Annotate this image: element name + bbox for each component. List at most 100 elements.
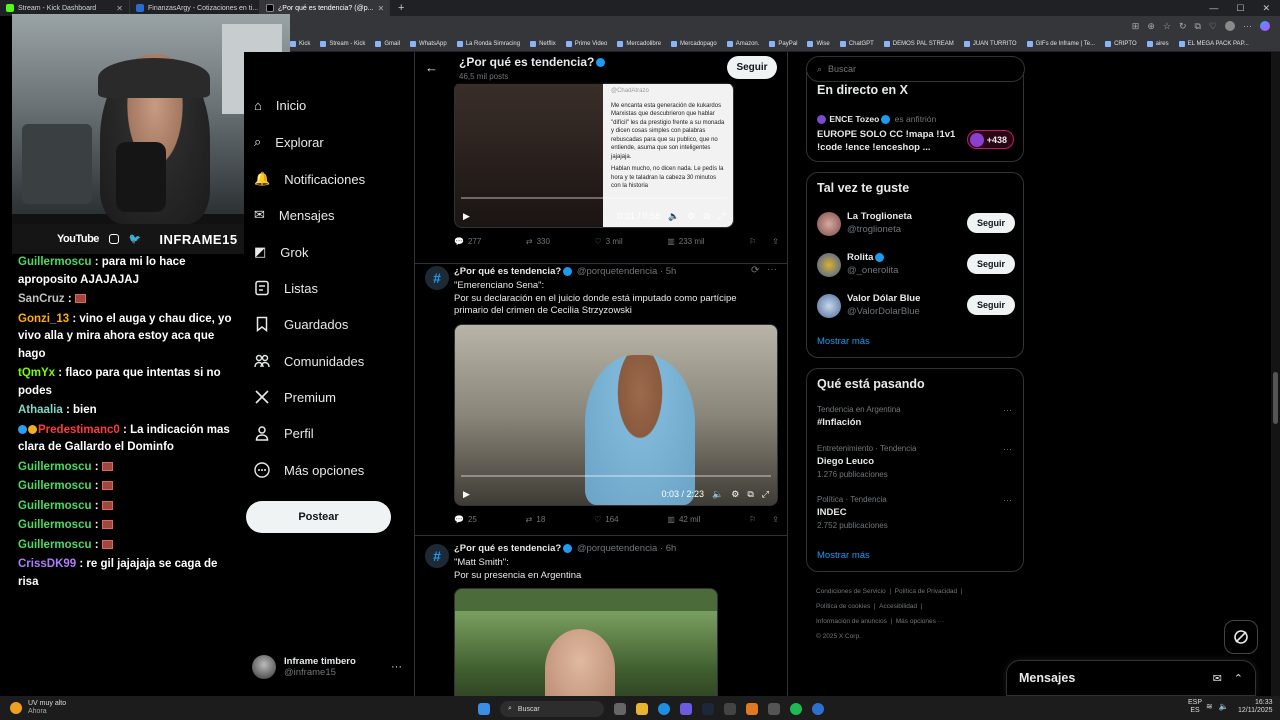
wifi-icon[interactable]: ≋ bbox=[1206, 702, 1213, 711]
favorites-icon[interactable]: ♡ bbox=[1209, 21, 1217, 32]
like-button[interactable]: ♡ 3 mil bbox=[595, 237, 623, 246]
nav-grok[interactable]: ◩ Grok bbox=[254, 244, 308, 260]
footer-link[interactable]: Información de anuncios bbox=[816, 618, 887, 625]
new-tab-button[interactable]: + bbox=[390, 2, 412, 14]
show-more-link[interactable]: Mostrar más bbox=[817, 336, 870, 347]
bookmark-item[interactable]: Stream - Kick bbox=[320, 40, 365, 47]
reply-button[interactable]: 💬 25 bbox=[454, 515, 477, 524]
app-icon[interactable] bbox=[746, 703, 758, 715]
close-window-icon[interactable]: ✕ bbox=[1262, 3, 1270, 14]
account-switcher[interactable]: Inframe timbero @inframe15 ··· bbox=[252, 652, 402, 682]
chat-username[interactable]: tQmYx bbox=[18, 367, 55, 379]
bookmark-item[interactable]: aires bbox=[1146, 40, 1169, 47]
chat-username[interactable]: Guillermoscu bbox=[18, 539, 92, 551]
bookmark-button[interactable]: ⚐ ⇪ bbox=[749, 515, 779, 524]
spotify-icon[interactable] bbox=[790, 703, 802, 715]
bookmark-item[interactable]: EL MEGA PACK PAP... bbox=[1178, 40, 1249, 47]
share-icon[interactable]: ⇪ bbox=[772, 515, 779, 524]
back-arrow-icon[interactable]: ← bbox=[425, 60, 438, 75]
bookmark-item[interactable]: Netflix bbox=[530, 40, 556, 47]
chat-username[interactable]: Guillermoscu bbox=[18, 500, 92, 512]
close-icon[interactable]: ✕ bbox=[116, 4, 123, 13]
video-progress-bar[interactable] bbox=[461, 197, 727, 199]
bookmark-item[interactable]: JUAN TURRITO bbox=[963, 40, 1017, 47]
chat-username[interactable]: SanCruz bbox=[18, 293, 65, 305]
language-indicator[interactable]: ESP ES bbox=[1188, 699, 1202, 715]
trend-item[interactable]: Política · Tendencia INDEC 2.752 publica… bbox=[807, 495, 1025, 531]
tweet-video[interactable]: ▶ 0:03 / 2:23 🔈 ⚙ ⧉ ⤢ bbox=[454, 324, 778, 506]
tweet-image[interactable] bbox=[454, 588, 718, 696]
repost-button[interactable]: ⇄ 18 bbox=[526, 515, 546, 524]
suggested-user[interactable]: La Troglioneta @troglioneta Seguir bbox=[807, 209, 1025, 249]
nav-notificaciones[interactable]: 🔔 Notificaciones bbox=[254, 171, 365, 187]
volume-icon[interactable]: 🔈 bbox=[712, 489, 723, 500]
chat-username[interactable]: Guillermoscu bbox=[18, 461, 92, 473]
fullscreen-icon[interactable]: ⤢ bbox=[718, 211, 725, 222]
footer-link[interactable]: Política de cookies bbox=[816, 603, 870, 610]
trend-item[interactable]: Tendencia en Argentina #Inflación ··· bbox=[807, 405, 1025, 439]
edge-icon[interactable] bbox=[658, 703, 670, 715]
settings-icon[interactable]: ⚙ bbox=[687, 211, 695, 222]
bookmark-item[interactable]: Prime Video bbox=[565, 40, 607, 47]
trend-item[interactable]: Entretenimiento · Tendencia Diego Leuco … bbox=[807, 444, 1025, 480]
more-icon[interactable]: ··· bbox=[1003, 444, 1012, 454]
follow-button[interactable]: Seguir bbox=[967, 213, 1015, 233]
extensions-icon[interactable]: ⧉ bbox=[1194, 21, 1200, 32]
bookmark-button[interactable]: ⚐ ⇪ bbox=[749, 237, 779, 246]
pip-icon[interactable]: ⧉ bbox=[703, 211, 709, 222]
more-icon[interactable]: ··· bbox=[767, 264, 777, 275]
chat-username[interactable]: Athaalia bbox=[18, 404, 63, 416]
chat-username[interactable]: Guillermoscu bbox=[18, 519, 92, 531]
chat-username[interactable]: Predestimanc0 bbox=[38, 424, 120, 436]
live-card[interactable]: En directo en X ENCE Tozeo es anfitrión … bbox=[806, 72, 1024, 162]
chat-username[interactable]: Guillermoscu bbox=[18, 256, 92, 268]
footer-link[interactable]: Accesibilidad bbox=[879, 603, 917, 610]
suggested-user[interactable]: Rolita @_onerolita Seguir bbox=[807, 250, 1025, 290]
chat-username[interactable]: CrissDK99 bbox=[18, 558, 76, 570]
footer-link[interactable]: Condiciones de Servicio bbox=[816, 588, 886, 595]
bookmark-item[interactable]: La Ronda Simracing bbox=[456, 40, 520, 47]
live-listener-count[interactable]: +438 bbox=[967, 130, 1014, 149]
grok-explain-icon[interactable]: ⟳ bbox=[751, 265, 759, 276]
chat-username[interactable]: Guillermoscu bbox=[18, 480, 92, 492]
nav-listas[interactable]: Listas bbox=[254, 280, 318, 296]
bookmark-item[interactable]: ChatGPT bbox=[839, 40, 874, 47]
nav-inicio[interactable]: ⌂ Inicio bbox=[254, 98, 306, 113]
views-button[interactable]: ▥ 233 mil bbox=[667, 237, 704, 246]
more-icon[interactable]: ··· bbox=[391, 661, 402, 673]
nav-perfil[interactable]: Perfil bbox=[254, 425, 314, 441]
nav-premium[interactable]: Premium bbox=[254, 389, 336, 405]
like-button[interactable]: ♡ 164 bbox=[594, 515, 619, 524]
refresh-icon[interactable]: ↻ bbox=[1179, 21, 1187, 32]
fullscreen-icon[interactable]: ⤢ bbox=[762, 489, 769, 500]
follow-button[interactable]: Seguir bbox=[727, 56, 777, 79]
bookmark-item[interactable]: PayPal bbox=[769, 40, 797, 47]
bookmark-item[interactable]: DEMOS PAL STREAM bbox=[883, 40, 954, 47]
video-progress-bar[interactable] bbox=[461, 475, 771, 477]
play-icon[interactable]: ▶ bbox=[463, 489, 470, 500]
share-icon[interactable]: ⇪ bbox=[772, 237, 779, 246]
nav-mensajes[interactable]: ✉ Mensajes bbox=[254, 207, 335, 223]
bookmark-item[interactable]: Mercadopago bbox=[671, 40, 717, 47]
windows-start-icon[interactable] bbox=[478, 703, 490, 715]
new-message-icon[interactable]: ✉ bbox=[1213, 672, 1222, 685]
grok-button[interactable] bbox=[1224, 620, 1258, 654]
discord-icon[interactable] bbox=[680, 703, 692, 715]
bookmark-item[interactable]: Kick bbox=[290, 40, 310, 47]
nav-comunidades[interactable]: Comunidades bbox=[254, 353, 364, 369]
play-icon[interactable]: ▶ bbox=[463, 211, 470, 222]
app-icon[interactable] bbox=[724, 703, 736, 715]
repost-button[interactable]: ⇄ 330 bbox=[526, 237, 550, 246]
bookmark-item[interactable]: WhatsApp bbox=[410, 40, 447, 47]
minimize-icon[interactable]: — bbox=[1209, 3, 1218, 14]
settings-icon[interactable]: ⚙ bbox=[731, 489, 739, 500]
task-view-icon[interactable] bbox=[614, 703, 626, 715]
follow-button[interactable]: Seguir bbox=[967, 295, 1015, 315]
clock[interactable]: 16:33 12/11/2025 bbox=[1238, 699, 1273, 715]
volume-icon[interactable]: 🔈 bbox=[1219, 702, 1229, 711]
expand-icon[interactable]: ⌃ bbox=[1234, 672, 1243, 685]
bookmark-item[interactable]: GIFs de Inframe | Te... bbox=[1026, 40, 1095, 47]
views-button[interactable]: ▥ 42 mil bbox=[667, 515, 700, 524]
bookmark-star-icon[interactable]: ☆ bbox=[1163, 21, 1171, 32]
app-icon[interactable] bbox=[768, 703, 780, 715]
